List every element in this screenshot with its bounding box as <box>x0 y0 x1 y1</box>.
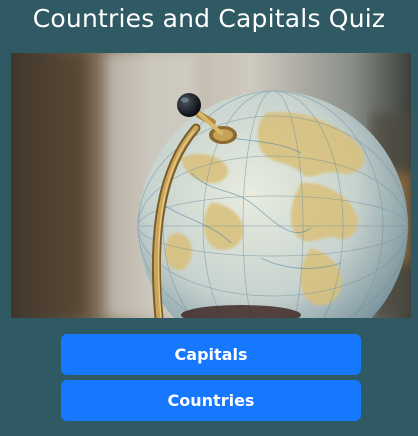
globe-photo <box>11 53 411 318</box>
countries-button[interactable]: Countries <box>61 380 361 421</box>
page-title: Countries and Capitals Quiz <box>32 4 386 33</box>
capitals-button[interactable]: Capitals <box>61 334 361 375</box>
